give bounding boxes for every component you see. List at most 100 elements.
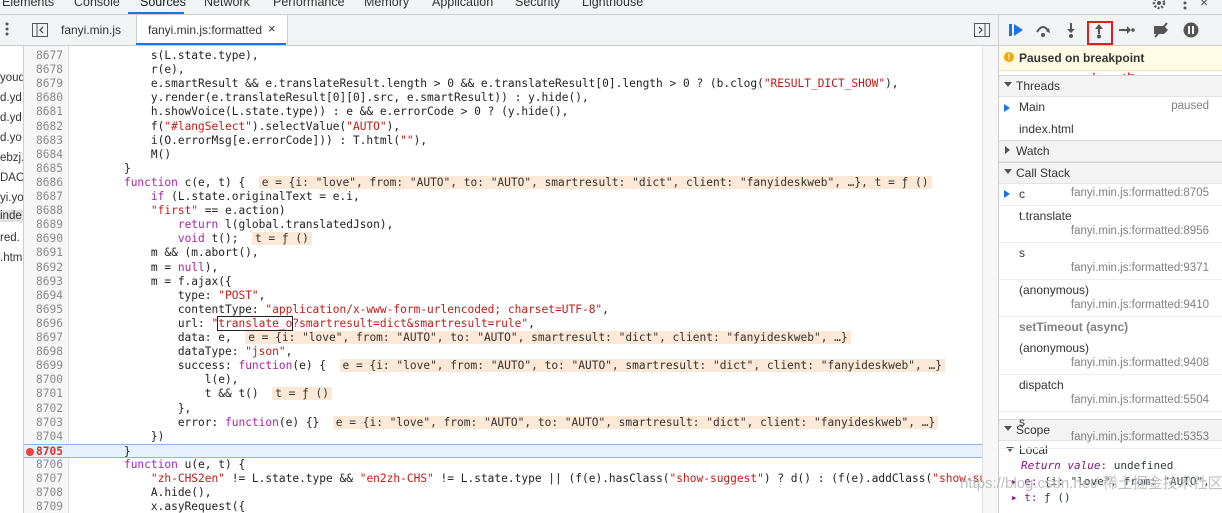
line-number[interactable]: 8691: [24, 246, 63, 260]
code-line-breakpoint[interactable]: 8705 }: [24, 443, 982, 459]
line-number[interactable]: 8696: [24, 317, 63, 331]
code-line[interactable]: 8686 function c(e, t) { e = {i: "love", …: [24, 175, 982, 190]
line-number[interactable]: 8680: [24, 91, 63, 105]
more-vertical-icon[interactable]: [1182, 0, 1188, 10]
toggle-navigator-icon[interactable]: [32, 23, 48, 40]
code-line[interactable]: 8682 f("#langSelect").selectValue("AUTO"…: [24, 120, 982, 134]
code-line[interactable]: 8694 type: "POST",: [24, 289, 982, 303]
line-number[interactable]: 8705: [24, 445, 63, 459]
code-line[interactable]: 8689 return l(global.translatedJson),: [24, 218, 982, 232]
line-number[interactable]: 8692: [24, 261, 63, 275]
line-number[interactable]: 8690: [24, 232, 63, 246]
code-line[interactable]: 8704 }): [24, 430, 982, 444]
close-tab-icon[interactable]: ×: [268, 21, 276, 36]
code-line[interactable]: 8677 s(L.state.type),: [24, 49, 982, 63]
scope-var-return[interactable]: Return value: undefined: [1021, 459, 1173, 472]
code-line[interactable]: 8700 l(e),: [24, 373, 982, 387]
navigator-item[interactable]: .htm: [0, 252, 22, 264]
code-line[interactable]: 8693 m = f.ajax({: [24, 275, 982, 289]
navigator-item-selected[interactable]: inde: [0, 210, 23, 222]
threads-section-header[interactable]: Threads: [999, 75, 1222, 97]
line-number[interactable]: 8700: [24, 373, 63, 387]
pause-on-exceptions-icon[interactable]: [1182, 21, 1200, 39]
line-number[interactable]: 8709: [24, 500, 63, 513]
line-number[interactable]: 8677: [24, 49, 63, 63]
line-number[interactable]: 8693: [24, 275, 63, 289]
tab-performance[interactable]: Performance: [273, 0, 345, 9]
navigator-item[interactable]: youd: [0, 72, 23, 84]
navigator-item[interactable]: yi.yo: [0, 192, 23, 204]
line-number[interactable]: 8708: [24, 486, 63, 500]
line-number[interactable]: 8688: [24, 204, 63, 218]
navigator-item[interactable]: d.yo: [0, 132, 22, 144]
more-vertical-icon[interactable]: [5, 22, 9, 39]
callstack-frame[interactable]: s fanyi.min.js:formatted:5353: [999, 413, 1222, 447]
navigator-item[interactable]: DAO_: [0, 172, 23, 184]
line-number[interactable]: 8704: [24, 430, 63, 444]
code-line[interactable]: 8709 x.asyRequest({: [24, 500, 982, 513]
code-line[interactable]: 8703 error: function(e) {} e = {i: "love…: [24, 415, 982, 430]
line-number[interactable]: 8689: [24, 218, 63, 232]
code-line[interactable]: 8681 h.showVoice(L.state.type)) : e && e…: [24, 105, 982, 119]
callstack-frame[interactable]: s fanyi.min.js:formatted:9371: [999, 244, 1222, 278]
line-number[interactable]: 8685: [24, 162, 63, 176]
line-number[interactable]: 8683: [24, 134, 63, 148]
line-number[interactable]: 8702: [24, 402, 63, 416]
callstack-frame[interactable]: dispatch fanyi.min.js:formatted:5504: [999, 376, 1222, 410]
step-icon[interactable]: [1117, 21, 1135, 39]
code-line[interactable]: 8688 "first" == e.action): [24, 204, 982, 218]
tab-lighthouse[interactable]: Lighthouse: [582, 0, 643, 9]
line-number[interactable]: 8687: [24, 190, 63, 204]
tab-elements[interactable]: Elements: [2, 0, 54, 9]
tab-application[interactable]: Application: [432, 0, 493, 9]
line-number[interactable]: 8699: [24, 359, 63, 373]
code-line[interactable]: 8701 t && t() t = ƒ (): [24, 387, 982, 401]
navigator-item[interactable]: d.yd: [0, 92, 22, 104]
line-number[interactable]: 8678: [24, 63, 63, 77]
thread-item-main[interactable]: Main paused: [999, 100, 1222, 120]
callstack-frame[interactable]: (anonymous) fanyi.min.js:formatted:9410: [999, 281, 1222, 315]
code-line[interactable]: 8698 dataType: "json",: [24, 345, 982, 359]
file-tab-fanyi-min-js[interactable]: fanyi.min.js: [61, 23, 121, 37]
line-number[interactable]: 8703: [24, 416, 63, 430]
code-editor[interactable]: 8677 s(L.state.type), 8678 r(e), 8679 e.sm…: [24, 46, 982, 513]
code-line[interactable]: 8679 e.smartResult && e.translateResult.…: [24, 77, 982, 91]
deactivate-breakpoints-icon[interactable]: [1152, 21, 1170, 39]
code-line[interactable]: 8690 void t(); t = ƒ (): [24, 232, 982, 246]
code-line[interactable]: 8683 i(O.errorMsg[e.errorCode])) : T.htm…: [24, 134, 982, 148]
tab-console[interactable]: Console: [74, 0, 120, 9]
toggle-debugger-icon[interactable]: [974, 23, 990, 40]
line-number[interactable]: 8681: [24, 105, 63, 119]
line-number[interactable]: 8701: [24, 387, 63, 401]
tab-security[interactable]: Security: [515, 0, 560, 9]
line-number[interactable]: 8698: [24, 345, 63, 359]
line-number[interactable]: 8682: [24, 120, 63, 134]
code-line[interactable]: 8680 y.render(e.translateResult[0][0].sr…: [24, 91, 982, 105]
code-line[interactable]: 8697 data: e, e = {i: "love", from: "AUT…: [24, 331, 982, 345]
line-number[interactable]: 8684: [24, 148, 63, 162]
code-line[interactable]: 8685 }: [24, 162, 982, 176]
callstack-section-header[interactable]: Call Stack: [999, 162, 1222, 184]
code-line[interactable]: 8699 success: function(e) { e = {i: "lov…: [24, 359, 982, 373]
thread-item-index-html[interactable]: index.html: [999, 122, 1222, 142]
code-line[interactable]: 8706 function u(e, t) {: [24, 458, 982, 472]
code-line[interactable]: 8707 "zh-CHS2en" != L.state.type && "en2…: [24, 472, 982, 486]
code-line[interactable]: 8696 url: "translate_o?smartresult=dict&…: [24, 315, 982, 331]
close-devtools-icon[interactable]: ×: [1200, 0, 1208, 10]
code-line[interactable]: 8695 contentType: "application/x-www-for…: [24, 303, 982, 317]
line-number[interactable]: 8707: [24, 472, 63, 486]
code-line[interactable]: 8691 m && (m.abort(),: [24, 246, 982, 260]
tab-network[interactable]: Network: [204, 0, 250, 9]
code-line[interactable]: 8708 A.hide(),: [24, 486, 982, 500]
line-number[interactable]: 8706: [24, 458, 63, 472]
navigator-item[interactable]: red.: [0, 232, 20, 244]
resume-icon[interactable]: [1007, 21, 1025, 39]
line-number[interactable]: 8695: [24, 303, 63, 317]
file-tab-fanyi-min-js-formatted[interactable]: fanyi.min.js:formatted: [148, 23, 262, 37]
step-over-icon[interactable]: [1034, 21, 1052, 39]
code-line[interactable]: 8687 if (L.state.originalText = e.i,: [24, 190, 982, 204]
tab-memory[interactable]: Memory: [364, 0, 409, 9]
navigator-item[interactable]: ebzj.: [0, 152, 23, 164]
editor-scrollbar[interactable]: [982, 46, 999, 513]
callstack-frame[interactable]: t.translate fanyi.min.js:formatted:8956: [999, 207, 1222, 241]
